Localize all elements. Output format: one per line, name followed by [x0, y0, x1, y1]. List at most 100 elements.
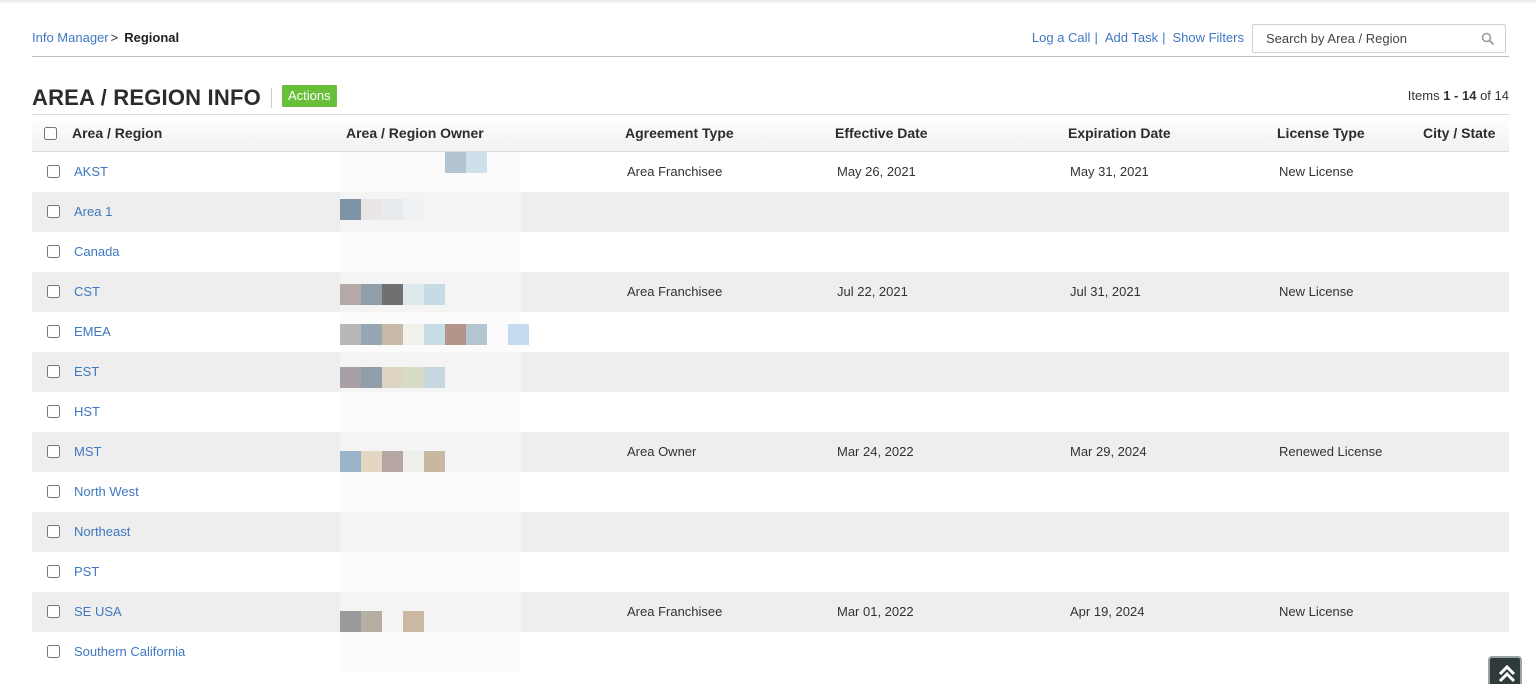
row-select-cell — [32, 272, 68, 312]
row-checkbox[interactable] — [47, 605, 60, 618]
select-all-cell — [32, 115, 68, 152]
area-cell: SE USA — [74, 592, 122, 632]
area-cell: Area 1 — [74, 192, 112, 232]
row-checkbox[interactable] — [47, 285, 60, 298]
area-link[interactable]: CST — [74, 284, 100, 299]
table-row[interactable]: MST Area Owner Mar 24, 2022 Mar 29, 2024 Ren… — [32, 432, 1509, 472]
table-row[interactable]: Southern California — [32, 632, 1509, 672]
area-cell: HST — [74, 392, 100, 432]
header-license-type[interactable]: License Type — [1277, 115, 1365, 152]
redacted-pixel — [340, 611, 361, 632]
row-select-cell — [32, 392, 68, 432]
area-link[interactable]: EMEA — [74, 324, 111, 339]
row-checkbox[interactable] — [47, 525, 60, 538]
owner-redacted — [340, 352, 521, 392]
search-input[interactable] — [1253, 25, 1473, 52]
owner-redacted — [340, 152, 521, 192]
log-call-link[interactable]: Log a Call — [1032, 30, 1091, 46]
area-cell: CST — [74, 272, 100, 312]
redacted-pixel — [424, 324, 445, 345]
table-row[interactable]: North West — [32, 472, 1509, 512]
row-checkbox[interactable] — [47, 445, 60, 458]
license-type-cell: New License — [1279, 604, 1354, 619]
redacted-pixel — [424, 451, 445, 472]
table-row[interactable]: EST — [32, 352, 1509, 392]
row-checkbox[interactable] — [47, 565, 60, 578]
top-shadow — [0, 0, 1536, 4]
redacted-pixel — [424, 367, 445, 388]
row-checkbox[interactable] — [47, 325, 60, 338]
redacted-pixel — [361, 611, 382, 632]
area-link[interactable]: EST — [74, 364, 99, 379]
actions-button[interactable]: Actions — [282, 85, 337, 107]
table-row[interactable]: Area 1 — [32, 192, 1509, 232]
area-link[interactable]: HST — [74, 404, 100, 419]
table-row[interactable]: CST Area Franchisee Jul 22, 2021 Jul 31, 20… — [32, 272, 1509, 312]
header-owner[interactable]: Area / Region Owner — [346, 115, 484, 152]
license-type-cell: New License — [1279, 284, 1354, 299]
effective-date-cell: Jul 22, 2021 — [837, 284, 908, 299]
row-select-cell — [32, 192, 68, 232]
owner-redacted — [340, 392, 521, 432]
area-link[interactable]: Area 1 — [74, 204, 112, 219]
row-checkbox[interactable] — [47, 165, 60, 178]
row-checkbox[interactable] — [47, 245, 60, 258]
table-row[interactable]: SE USA Area Franchisee Mar 01, 2022 Apr 19,… — [32, 592, 1509, 632]
owner-redacted — [340, 432, 521, 472]
owner-redacted — [340, 312, 529, 352]
row-checkbox[interactable] — [47, 645, 60, 658]
area-cell: Southern California — [74, 632, 185, 672]
row-select-cell — [32, 472, 68, 512]
search-icon[interactable] — [1481, 32, 1495, 46]
effective-date-cell: Mar 24, 2022 — [837, 444, 914, 459]
area-link[interactable]: Canada — [74, 244, 120, 259]
area-link[interactable]: Northeast — [74, 524, 130, 539]
row-checkbox[interactable] — [47, 205, 60, 218]
header-city-state[interactable]: City / State — [1423, 115, 1495, 152]
table-row[interactable]: AKST Area Franchisee May 26, 2021 May 31, 2… — [32, 152, 1509, 192]
header-actions: Log a Call | Add Task | Show Filters — [1032, 30, 1244, 46]
effective-date-cell: Mar 01, 2022 — [837, 604, 914, 619]
redacted-pixel — [361, 367, 382, 388]
area-link[interactable]: AKST — [74, 164, 108, 179]
expiration-date-cell: Jul 31, 2021 — [1070, 284, 1141, 299]
add-task-link[interactable]: Add Task — [1105, 30, 1158, 46]
agreement-type-cell: Area Franchisee — [627, 164, 723, 179]
area-cell: Northeast — [74, 512, 130, 552]
header-expiration-date[interactable]: Expiration Date — [1068, 115, 1171, 152]
row-checkbox[interactable] — [47, 485, 60, 498]
owner-redacted — [340, 192, 521, 232]
redacted-pixel — [361, 284, 382, 305]
show-filters-link[interactable]: Show Filters — [1172, 30, 1244, 46]
table-row[interactable]: EMEA — [32, 312, 1509, 352]
area-cell: EMEA — [74, 312, 111, 352]
breadcrumb-info-manager[interactable]: Info Manager — [32, 30, 109, 45]
area-link[interactable]: MST — [74, 444, 101, 459]
redacted-pixel — [403, 451, 424, 472]
expiration-date-cell: Apr 19, 2024 — [1070, 604, 1145, 619]
table-row[interactable]: Canada — [32, 232, 1509, 272]
row-select-cell — [32, 512, 68, 552]
link-divider: | — [1094, 30, 1098, 45]
table-row[interactable]: PST — [32, 552, 1509, 592]
redacted-pixel — [361, 324, 382, 345]
scroll-to-top-button[interactable] — [1488, 656, 1522, 684]
select-all-checkbox[interactable] — [44, 127, 57, 140]
header-agreement-type[interactable]: Agreement Type — [625, 115, 734, 152]
double-chevron-up-icon — [1498, 664, 1516, 683]
area-link[interactable]: PST — [74, 564, 99, 579]
table-row[interactable]: Northeast — [32, 512, 1509, 552]
header-area-region[interactable]: Area / Region — [72, 115, 162, 152]
area-link[interactable]: Southern California — [74, 644, 185, 659]
expiration-date-cell: Mar 29, 2024 — [1070, 444, 1147, 459]
table-row[interactable]: HST — [32, 392, 1509, 432]
header-effective-date[interactable]: Effective Date — [835, 115, 928, 152]
area-link[interactable]: SE USA — [74, 604, 122, 619]
row-checkbox[interactable] — [47, 405, 60, 418]
area-link[interactable]: North West — [74, 484, 139, 499]
row-checkbox[interactable] — [47, 365, 60, 378]
redacted-pixel — [340, 324, 361, 345]
expiration-date-cell: May 31, 2021 — [1070, 164, 1149, 179]
redacted-pixel — [382, 451, 403, 472]
redacted-pixel — [424, 284, 445, 305]
